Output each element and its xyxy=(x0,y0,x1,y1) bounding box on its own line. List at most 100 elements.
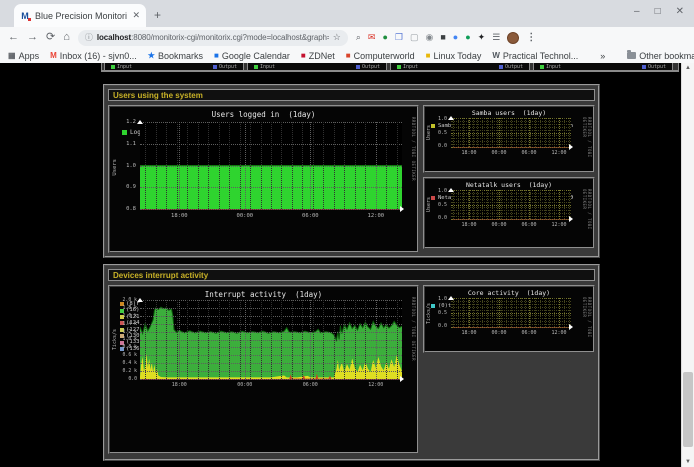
y-axis-arrow-icon xyxy=(448,293,454,300)
section-title: Devices interrupt activity xyxy=(108,269,595,281)
y-axis-arrow-icon xyxy=(137,117,143,124)
window-close-button[interactable]: ✕ xyxy=(676,6,684,17)
star-icon: ★ xyxy=(148,52,155,60)
y-axis-arrow-icon xyxy=(137,295,143,302)
blue-app-icon[interactable]: ● xyxy=(453,33,458,42)
core-activity-graph[interactable]: Core activity (1day) Ticks/s 1.0 0.5 0.0 xyxy=(423,285,595,353)
output-swatch xyxy=(213,65,217,69)
plot-grid xyxy=(451,190,571,219)
plot-grid xyxy=(451,118,571,147)
netatalk-users-graph[interactable]: Netatalk users (1day) Users 1.0 0.5 0.0 xyxy=(423,177,595,249)
x-axis-ticks: 18:00 00:00 06:00 12:00 xyxy=(451,330,571,336)
tab-close-icon[interactable]: ✕ xyxy=(132,10,140,21)
y-axis-arrow-icon xyxy=(448,185,454,192)
scroll-down-icon[interactable]: ▼ xyxy=(682,459,694,465)
globe-icon[interactable]: ● xyxy=(382,33,387,42)
interrupt-area-chart xyxy=(140,300,402,379)
plot-area xyxy=(451,118,571,148)
copy-pages-icon[interactable]: ❐ xyxy=(395,33,403,42)
bookmark-apps[interactable]: ▦Apps xyxy=(8,51,39,61)
bookmarks-bar: ▦Apps MInbox (16) - sjvn0... ★Bookmarks … xyxy=(0,48,694,63)
extension-area: ⌕ ✉ ● ❐ ▢ ◉ ■ ● ● ✦ ☰ ⋮ xyxy=(356,32,536,44)
chrome-menu-icon[interactable]: ⋮ xyxy=(526,32,536,43)
scroll-up-icon[interactable]: ▲ xyxy=(682,65,694,71)
search-icon[interactable]: ⌕ xyxy=(356,33,361,42)
samba-users-graph[interactable]: Samba users (1day) Users 1.0 0.5 0.0 xyxy=(423,105,595,173)
y-axis-ticks: 1.0 0.5 0.0 xyxy=(432,297,447,329)
calendar-icon: ■ xyxy=(214,52,219,60)
bookmark-computerworld[interactable]: ■Computerworld xyxy=(346,51,415,61)
home-icon[interactable]: ⌂ xyxy=(63,32,70,43)
computerworld-icon: ■ xyxy=(346,52,351,60)
partial-graph[interactable]: Input Output xyxy=(533,63,673,72)
bookmark-practical-technology[interactable]: WPractical Technol... xyxy=(492,51,578,61)
plot-area xyxy=(140,300,402,380)
rrdtool-watermark: RRDTOOL / TOBI OETIKER xyxy=(582,189,592,247)
new-tab-button[interactable]: + xyxy=(154,8,161,22)
pin-icon[interactable]: ✦ xyxy=(478,33,486,42)
bookmark-linux-today[interactable]: ■Linux Today xyxy=(426,51,482,61)
url-bar[interactable]: ⓘ localhost:8080/monitorix-cgi/monitorix… xyxy=(78,30,348,46)
bookmark-inbox[interactable]: MInbox (16) - sjvn0... xyxy=(50,51,137,61)
partial-graph[interactable]: Input Output xyxy=(247,63,387,72)
forward-icon[interactable]: → xyxy=(27,32,38,43)
bookmark-zdnet[interactable]: ■ZDNet xyxy=(301,51,335,61)
zdnet-icon: ■ xyxy=(301,52,306,60)
minimize-button[interactable]: – xyxy=(634,6,640,17)
other-bookmarks[interactable]: Other bookmarks xyxy=(627,51,694,61)
bookmark-star-icon[interactable]: ☆ xyxy=(333,32,341,43)
x-axis-ticks: 18:00 00:00 06:00 12:00 xyxy=(451,150,571,156)
section-users: Users using the system Users logged in (… xyxy=(103,84,600,258)
apps-grid-icon: ▦ xyxy=(8,52,16,60)
page-info-icon[interactable]: ⓘ xyxy=(85,32,93,43)
url-text: localhost:8080/monitorix-cgi/monitorix.c… xyxy=(97,33,329,42)
monitorix-favicon-icon: M xyxy=(20,11,30,21)
page-icon[interactable]: ▢ xyxy=(410,33,419,42)
url-path: :8080/monitorix-cgi/monitorix.cgi?mode=l… xyxy=(131,33,329,42)
x-axis-ticks: 18:00 00:00 06:00 12:00 xyxy=(451,222,571,228)
dark-app-icon[interactable]: ■ xyxy=(440,33,445,42)
users-logged-in-graph[interactable]: Users logged in (1day) Users 1.2 1.1 1.0… xyxy=(108,105,419,253)
graph-title: Interrupt activity (1day) xyxy=(110,290,417,299)
y-axis-ticks: 1.2 1.1 1.0 0.9 0.8 xyxy=(118,120,136,212)
y-axis-ticks: 1.0 0.5 0.0 xyxy=(432,117,447,149)
partial-graph[interactable]: Input Output xyxy=(104,63,244,72)
page-content: Input Output Input Output Input Output I… xyxy=(0,63,694,467)
tab-title: Blue Precision Monitorix xyxy=(35,11,127,21)
wordpress-icon: W xyxy=(492,52,500,60)
bookmarks-overflow-chevron[interactable]: » xyxy=(600,51,605,61)
y-axis-ticks: 1.0 0.5 0.0 xyxy=(432,189,447,221)
camera-icon[interactable]: ◉ xyxy=(426,33,434,42)
tab-strip: M Blue Precision Monitorix ✕ + – □ ✕ xyxy=(0,0,694,27)
x-axis-arrow-icon xyxy=(400,206,407,212)
plot-grid xyxy=(451,298,571,327)
scrollbar-thumb[interactable] xyxy=(683,372,693,447)
reload-icon[interactable]: ⟳ xyxy=(46,32,55,43)
section-title: Users using the system xyxy=(108,89,595,101)
plot-area xyxy=(451,190,571,220)
back-icon[interactable]: ← xyxy=(8,32,19,43)
bookmark-google-calendar[interactable]: ■Google Calendar xyxy=(214,51,290,61)
y-axis-arrow-icon xyxy=(448,113,454,120)
window-controls: – □ ✕ xyxy=(634,6,684,17)
bookmark-bookmarks[interactable]: ★Bookmarks xyxy=(148,51,203,61)
rrdtool-watermark: RRDTOOL / TOBI OETIKER xyxy=(582,297,592,351)
profile-avatar[interactable] xyxy=(507,32,519,44)
section-interrupts: Devices interrupt activity Interrupt act… xyxy=(103,264,600,461)
scrollbar[interactable]: ▲ ▼ xyxy=(681,63,694,467)
green-app-icon[interactable]: ● xyxy=(465,33,470,42)
rrdtool-watermark: RRDTOOL / TOBI OETIKER xyxy=(411,117,416,181)
interrupt-activity-graph[interactable]: Interrupt activity (1day) Ticks/s 2.0 k … xyxy=(108,285,419,454)
partial-graph-row: Input Output Input Output Input Output I… xyxy=(101,63,679,72)
gmail-icon: M xyxy=(50,52,57,60)
playlist-icon[interactable]: ☰ xyxy=(492,33,500,42)
plot-area xyxy=(140,122,402,210)
plot-area xyxy=(451,298,571,328)
url-host: localhost xyxy=(97,33,131,42)
browser-tab[interactable]: M Blue Precision Monitorix ✕ xyxy=(14,4,146,27)
x-axis-ticks: 18:00 00:00 06:00 12:00 xyxy=(140,382,402,389)
gmail-icon[interactable]: ✉ xyxy=(368,33,376,42)
maximize-button[interactable]: □ xyxy=(655,6,661,17)
partial-graph[interactable]: Input Output xyxy=(390,63,530,72)
x-axis-ticks: 18:00 00:00 06:00 12:00 xyxy=(140,213,402,220)
